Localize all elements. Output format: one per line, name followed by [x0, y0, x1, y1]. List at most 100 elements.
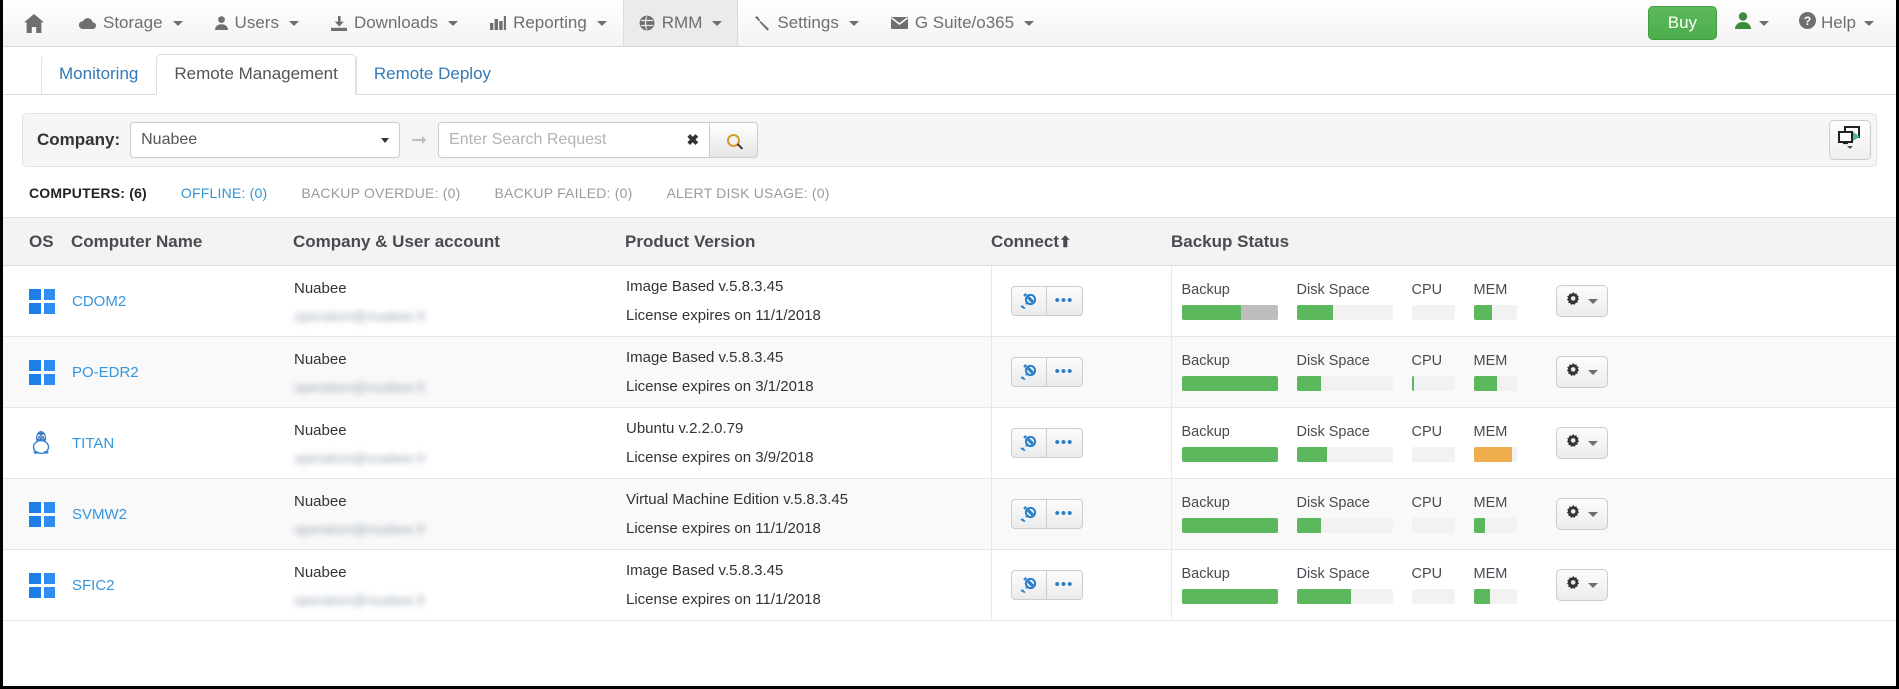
header-connect[interactable]: Connect⬆: [991, 217, 1171, 266]
nav-item-downloads[interactable]: Downloads: [315, 0, 474, 46]
nav-item-rmm[interactable]: RMM: [622, 0, 739, 46]
connect-button[interactable]: [1010, 570, 1047, 600]
connect-more-button[interactable]: •••: [1046, 286, 1083, 316]
table-row[interactable]: CDOM2 Nuabee operation@nuabee.fr Image Base…: [3, 265, 1896, 337]
wrench-icon: [754, 15, 770, 31]
progress-bar: [1473, 518, 1517, 533]
counter-label: ALERT DISK USAGE:: [666, 185, 812, 201]
header-product-version[interactable]: Product Version: [625, 217, 991, 266]
connect-button[interactable]: [1010, 428, 1047, 458]
tab-remote-management[interactable]: Remote Management: [156, 54, 356, 95]
progress-bar-fill: [1473, 376, 1498, 391]
connect-button[interactable]: [1010, 499, 1047, 529]
search-group: Enter Search Request ✖: [438, 122, 759, 158]
svg-text:?: ?: [1804, 14, 1811, 28]
stat-disk-space: Disk Space: [1296, 424, 1393, 462]
counter-offline[interactable]: OFFLINE: (0): [181, 185, 267, 201]
computer-name-link[interactable]: CDOM2: [72, 293, 126, 310]
stat-mem-label: MEM: [1473, 566, 1508, 582]
row-settings-button[interactable]: [1555, 498, 1608, 530]
nav-home-button[interactable]: [3, 0, 63, 46]
connect-more-button[interactable]: •••: [1046, 570, 1083, 600]
status-group: Backup Disk Space CPU MEM: [1173, 424, 1896, 462]
header-computer-name[interactable]: Computer Name: [71, 217, 293, 266]
product-name: Image Based v.5.8.3.45: [626, 278, 784, 295]
product-name: Virtual Machine Edition v.5.8.3.45: [626, 491, 849, 508]
connect-button[interactable]: [1010, 357, 1047, 387]
clear-x-icon[interactable]: ✖: [680, 131, 699, 149]
counter-computers[interactable]: COMPUTERS: (6): [29, 185, 147, 201]
search-button[interactable]: [710, 122, 759, 158]
screen-share-button[interactable]: [1829, 120, 1871, 160]
row-settings-button[interactable]: [1555, 285, 1608, 317]
progress-bar-fill: [1473, 589, 1490, 604]
connect-more-button[interactable]: •••: [1046, 499, 1083, 529]
search-input[interactable]: Enter Search Request ✖: [438, 122, 711, 158]
license-expiry: License expires on 11/1/2018: [626, 520, 821, 537]
stat-backup: Backup: [1181, 424, 1278, 462]
nav-item-g-suite-o365[interactable]: G Suite/o365: [875, 0, 1050, 46]
computer-name-link[interactable]: SVMW2: [72, 506, 127, 523]
globe-icon: [639, 15, 655, 31]
tab-monitoring[interactable]: Monitoring: [41, 54, 156, 95]
header-os[interactable]: OS: [3, 217, 71, 266]
connect-button[interactable]: [1010, 286, 1047, 316]
status-group: Backup Disk Space CPU MEM: [1173, 353, 1896, 391]
row-settings-button[interactable]: [1555, 356, 1608, 388]
chevron-down-icon: [1587, 298, 1598, 304]
company-select[interactable]: Nuabee: [130, 122, 401, 158]
computer-name-link[interactable]: TITAN: [72, 435, 114, 452]
counter-value: (0): [249, 185, 268, 201]
connect-button-group: •••: [1010, 499, 1083, 529]
progress-bar: [1411, 305, 1455, 320]
buy-button[interactable]: Buy: [1647, 6, 1718, 40]
stat-cpu-label: CPU: [1411, 353, 1443, 369]
nav-item-settings[interactable]: Settings: [738, 0, 874, 46]
counter-alert-disk-usage[interactable]: ALERT DISK USAGE: (0): [666, 185, 829, 201]
progress-bar: [1181, 447, 1278, 462]
stat-mem-label: MEM: [1473, 424, 1508, 440]
counter-backup-failed[interactable]: BACKUP FAILED: (0): [495, 185, 633, 201]
header-backup-status[interactable]: Backup Status: [1171, 217, 1896, 266]
connect-more-button[interactable]: •••: [1046, 357, 1083, 387]
chevron-down-icon: [381, 137, 390, 143]
progress-bar: [1473, 305, 1517, 320]
stat-mem: MEM: [1473, 353, 1517, 391]
connect-more-button[interactable]: •••: [1046, 428, 1083, 458]
search-icon: [727, 133, 741, 147]
cell-connect: •••: [990, 407, 1172, 479]
cell-os: [3, 478, 71, 550]
table-row[interactable]: PO-EDR2 Nuabee operation@nuabee.fr Image Ba…: [3, 336, 1896, 408]
progress-bar-fill: [1181, 305, 1242, 320]
chevron-down-icon: [848, 20, 859, 26]
chevron-down-icon: [596, 20, 607, 26]
stat-backup: Backup: [1181, 566, 1278, 604]
row-settings-button[interactable]: [1555, 569, 1608, 601]
table-row[interactable]: SFIC2 Nuabee operation@nuabee.fr Image Base…: [3, 549, 1896, 621]
windows-icon: [29, 359, 55, 385]
help-menu[interactable]: ? Help: [1787, 0, 1886, 47]
progress-bar-fill: [1473, 518, 1485, 533]
computer-name-link[interactable]: SFIC2: [72, 577, 115, 594]
counter-value: (0): [811, 185, 830, 201]
stat-disk-label: Disk Space: [1296, 282, 1370, 298]
company-label: Company:: [37, 130, 121, 149]
counter-label: BACKUP FAILED:: [494, 185, 615, 201]
tab-remote-deploy[interactable]: Remote Deploy: [355, 54, 509, 95]
table-row[interactable]: TITAN Nuabee operation@nuabee.fr Ubuntu v.2…: [3, 407, 1896, 479]
table-row[interactable]: SVMW2 Nuabee operation@nuabee.fr Virtual Ma…: [3, 478, 1896, 550]
nav-item-users[interactable]: Users: [199, 0, 315, 46]
nav-item-label: Users: [234, 13, 279, 32]
nav-item-storage[interactable]: Storage: [63, 0, 199, 46]
computer-name-link[interactable]: PO-EDR2: [72, 364, 139, 381]
account-menu[interactable]: [1723, 0, 1781, 47]
row-settings-button[interactable]: [1555, 427, 1608, 459]
chevron-down-icon: [1587, 440, 1598, 446]
cell-product-version: Ubuntu v.2.2.0.79 License expires on 3/9/…: [625, 407, 991, 479]
ellipsis-icon: •••: [1054, 576, 1074, 593]
counter-backup-overdue[interactable]: BACKUP OVERDUE: (0): [301, 185, 460, 201]
stat-cpu: CPU: [1411, 495, 1455, 533]
header-company-user[interactable]: Company & User account: [293, 217, 625, 266]
nav-item-reporting[interactable]: Reporting: [474, 0, 623, 46]
stat-disk-label: Disk Space: [1296, 353, 1370, 369]
